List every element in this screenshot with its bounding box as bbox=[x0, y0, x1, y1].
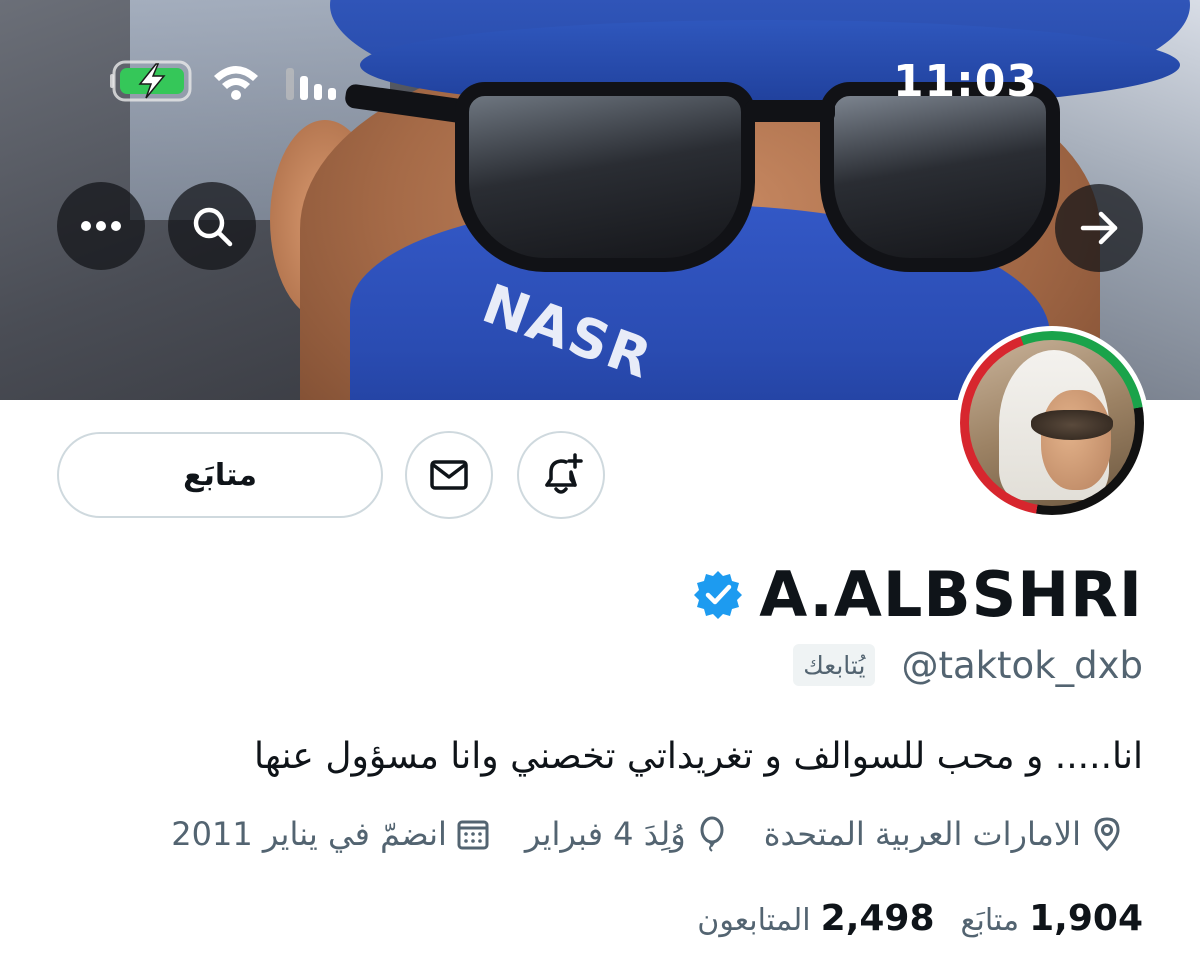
display-name: A.ALBSHRI bbox=[759, 557, 1143, 631]
back-button[interactable] bbox=[1055, 184, 1143, 272]
search-icon bbox=[193, 207, 233, 247]
profile-meta: الامارات العربية المتحدة وُلِدَ 4 فبراير… bbox=[171, 808, 1125, 860]
avatar-photo bbox=[969, 340, 1135, 506]
ellipsis-icon bbox=[81, 221, 121, 231]
profile-avatar[interactable] bbox=[955, 326, 1149, 520]
birthday-text: وُلِدَ 4 فبراير bbox=[524, 815, 686, 853]
profile-stats: 1,904 متابَع 2,498 المتابعون bbox=[697, 892, 1143, 944]
banner-glasses-left-lens bbox=[455, 82, 755, 272]
following-count: 1,904 bbox=[1029, 897, 1143, 939]
banner-glasses-right-lens bbox=[820, 82, 1060, 272]
avatar-face bbox=[1041, 390, 1111, 490]
arrow-right-icon bbox=[1080, 211, 1118, 245]
notifications-button[interactable] bbox=[517, 431, 605, 519]
following-label: متابَع bbox=[960, 902, 1020, 938]
follows-you-badge: يُتابعك bbox=[793, 644, 876, 686]
envelope-icon bbox=[430, 460, 468, 490]
handle-row: يُتابعك @taktok_dxb bbox=[793, 640, 1143, 690]
more-options-button[interactable] bbox=[57, 182, 145, 270]
joined-text: انضمّ في يناير 2011 bbox=[171, 815, 447, 853]
user-handle: @taktok_dxb bbox=[901, 643, 1143, 687]
message-button[interactable] bbox=[405, 431, 493, 519]
bell-plus-icon bbox=[545, 453, 583, 494]
search-button[interactable] bbox=[168, 182, 256, 270]
balloon-icon bbox=[700, 816, 724, 852]
banner-glasses-bridge bbox=[745, 100, 835, 122]
status-time: 11:03 bbox=[892, 56, 1038, 107]
profile-bio: انا..... و محب للسوالف و تغريداتي تخصني … bbox=[253, 736, 1143, 777]
avatar-flag-ring bbox=[960, 331, 1144, 515]
verified-badge-icon bbox=[694, 571, 743, 619]
location-text: الامارات العربية المتحدة bbox=[763, 815, 1081, 853]
battery-charging-icon bbox=[110, 60, 192, 102]
location-item: الامارات العربية المتحدة bbox=[764, 815, 1125, 853]
joined-item: انضمّ في يناير 2011 bbox=[171, 815, 491, 853]
following-stat[interactable]: 1,904 متابَع bbox=[961, 898, 1143, 939]
status-bar-icons bbox=[110, 58, 360, 104]
avatar-sunglasses bbox=[1031, 410, 1113, 440]
birthday-item: وُلِدَ 4 فبراير bbox=[525, 815, 730, 853]
following-button[interactable]: متابَع bbox=[57, 432, 383, 518]
calendar-icon bbox=[457, 820, 489, 850]
cellular-signal-icon bbox=[286, 68, 336, 100]
followers-count: 2,498 bbox=[820, 897, 935, 939]
followers-label: المتابعون bbox=[697, 902, 811, 938]
location-pin-icon bbox=[1094, 817, 1120, 852]
name-row: A.ALBSHRI bbox=[693, 556, 1143, 632]
followers-stat[interactable]: 2,498 المتابعون bbox=[697, 898, 934, 939]
wifi-icon bbox=[214, 66, 258, 100]
